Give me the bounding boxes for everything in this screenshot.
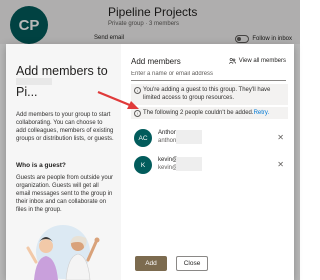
failed-notice-text: The following 2 people couldn't be added… (143, 110, 254, 116)
guest-explanation: Guests are people from outside your orga… (16, 175, 114, 213)
people-icon (228, 58, 236, 64)
add-members-title: Add members (131, 57, 181, 66)
view-all-label: View all members (238, 58, 286, 64)
redacted-text (176, 157, 202, 171)
dialog-heading-line1: Add members to (16, 64, 108, 78)
pending-member: AC Anthony anthony@ ✕ (131, 128, 288, 150)
guest-notice-text: You're adding a guest to this group. The… (143, 87, 271, 101)
dialog-heading: Add members to Pi... (16, 64, 108, 99)
people-illustration (26, 225, 100, 280)
failed-notice: ! The following 2 people couldn't be add… (131, 107, 288, 119)
member-avatar: K (134, 156, 152, 174)
retry-link[interactable]: Retry. (254, 110, 270, 116)
guest-notice: i You're adding a guest to this group. T… (131, 84, 288, 105)
member-avatar: AC (134, 129, 152, 147)
info-icon: i (134, 87, 141, 94)
dialog-description: Add members to your group to start colla… (16, 112, 114, 142)
redacted-text (176, 130, 202, 144)
close-button[interactable]: Close (176, 256, 208, 271)
remove-member-icon[interactable]: ✕ (277, 133, 284, 142)
dialog-heading-suffix: Pi... (16, 85, 38, 99)
add-members-dialog: Add members to Pi... Add members to your… (6, 44, 294, 280)
guest-heading: Who is a guest? (16, 162, 66, 169)
dialog-heading-line2: Pi... (16, 78, 108, 99)
dialog-info-pane: Add members to Pi... Add members to your… (6, 44, 121, 280)
view-all-members-link[interactable]: View all members (228, 58, 286, 64)
remove-member-icon[interactable]: ✕ (277, 160, 284, 169)
add-button[interactable]: Add (135, 256, 167, 271)
dialog-footer: Add Close (121, 250, 294, 280)
dialog-form-pane: Add members View all members i You're ad… (121, 44, 294, 280)
member-search-input[interactable] (131, 68, 286, 81)
redacted-text (16, 78, 52, 85)
pending-member: K kevin@ kevin@ ✕ (131, 155, 288, 177)
warning-icon: ! (134, 110, 141, 117)
